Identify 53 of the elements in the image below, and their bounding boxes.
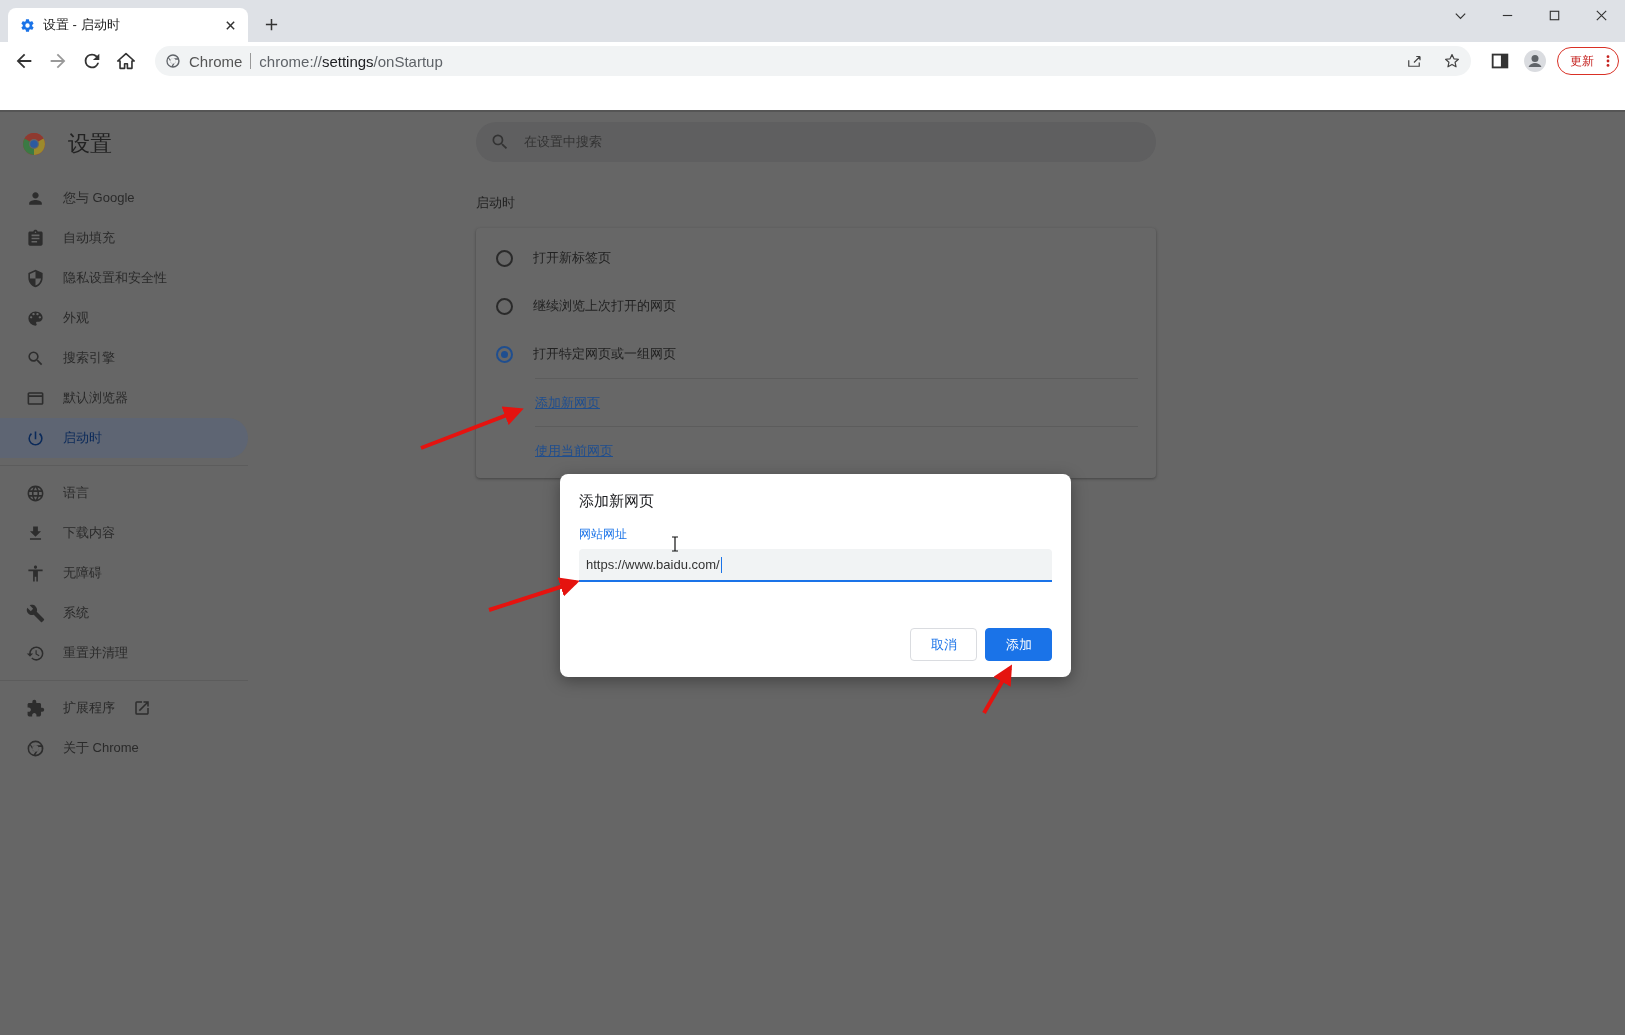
radio-button[interactable] (496, 345, 513, 363)
close-icon[interactable] (225, 19, 236, 31)
cancel-button[interactable]: 取消 (910, 628, 977, 661)
search-icon (490, 132, 510, 152)
sidebar-item[interactable]: 关于 Chrome (0, 728, 248, 768)
text-cursor-icon (671, 536, 679, 552)
link[interactable]: 添加新网页 (535, 393, 600, 412)
url-text: chrome://settings/onStartup (259, 52, 443, 70)
sidebar-item[interactable]: 下载内容 (0, 513, 248, 553)
sidebar-item[interactable]: 启动时 (0, 418, 248, 458)
sidebar-item[interactable]: 您与 Google (0, 178, 248, 218)
option-label: 继续浏览上次打开的网页 (533, 297, 676, 315)
link[interactable]: 使用当前网页 (535, 441, 613, 460)
sidebar-item[interactable]: 外观 (0, 298, 248, 338)
address-bar[interactable]: Chrome chrome://settings/onStartup (155, 46, 1471, 76)
profile-avatar-icon[interactable] (1521, 49, 1549, 73)
wrench-icon (26, 603, 45, 623)
history-icon (26, 643, 45, 663)
globe-icon (26, 483, 45, 503)
radio-button[interactable] (496, 249, 513, 267)
annotation-arrow (982, 664, 1012, 714)
url-input-field[interactable]: https://www.baidu.com/ (579, 549, 1052, 582)
chrome-icon (165, 53, 181, 69)
section-title: 启动时 (476, 194, 516, 212)
sidebar-item[interactable]: 系统 (0, 593, 248, 633)
search-icon (26, 348, 45, 368)
page-title: 设置 (68, 130, 112, 158)
star-icon[interactable] (1443, 52, 1461, 70)
sidebar-item[interactable]: 扩展程序 (0, 688, 248, 728)
update-button[interactable]: 更新 (1557, 47, 1619, 75)
power-icon (26, 428, 45, 448)
field-label: 网站网址 (579, 526, 628, 543)
radio-button[interactable] (496, 297, 513, 315)
more-icon (1606, 54, 1610, 68)
close-icon[interactable] (1594, 8, 1609, 23)
palette-icon (26, 308, 45, 328)
puzzle-icon (26, 698, 45, 718)
tab-title: 设置 - 启动时 (43, 16, 121, 34)
browser-tab[interactable]: 设置 - 启动时 (8, 8, 248, 42)
accessibility-icon (26, 563, 45, 583)
shield-icon (26, 268, 45, 288)
chrome-logo-icon (22, 132, 46, 156)
site-label: Chrome (189, 52, 243, 70)
chrome-icon (26, 738, 45, 758)
sidebar-item[interactable]: 自动填充 (0, 218, 248, 258)
clipboard-icon (26, 228, 45, 248)
add-button[interactable]: 添加 (985, 628, 1052, 661)
sidebar-item[interactable]: 默认浏览器 (0, 378, 248, 418)
dialog-title: 添加新网页 (579, 492, 655, 511)
maximize-icon[interactable] (1547, 8, 1562, 23)
gear-icon (20, 17, 35, 33)
new-tab-icon[interactable] (264, 17, 279, 32)
option-label: 打开新标签页 (533, 249, 611, 267)
